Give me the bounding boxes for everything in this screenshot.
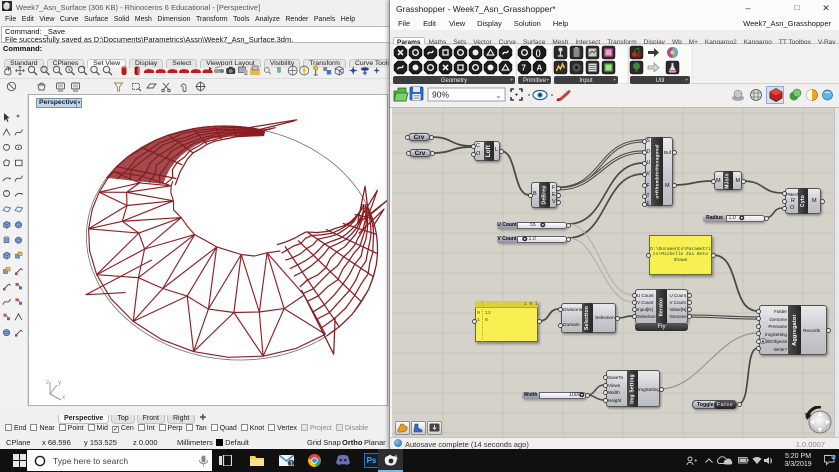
svg-text:6: 6 [394,455,398,462]
svg-text:A: A [537,64,543,73]
svg-text:y: y [58,379,62,386]
svg-text:(): () [536,49,542,58]
svg-text:2: 2 [832,455,835,461]
svg-text:⌄: ⌄ [495,91,502,100]
svg-text:z: z [46,379,49,386]
svg-text:7: 7 [522,64,527,73]
svg-text:90%: 90% [432,90,449,100]
svg-text:x: x [62,394,66,401]
